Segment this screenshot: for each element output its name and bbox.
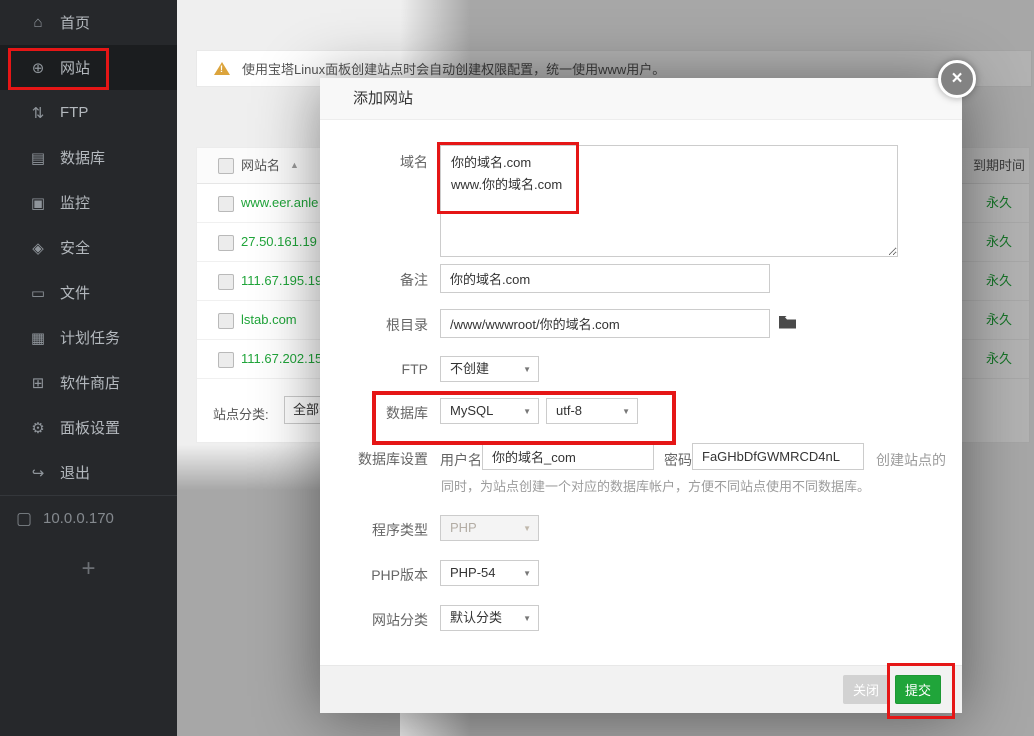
sidebar-item-cron[interactable]: ▦ 计划任务 (0, 315, 177, 360)
database-type-select[interactable]: MySQL ▼ (440, 398, 539, 424)
domain-textarea[interactable]: 你的域名.com www.你的域名.com (440, 145, 898, 257)
warning-icon: ! (214, 62, 230, 75)
gear-icon: ⚙ (31, 419, 45, 437)
db-username-label: 用户名 (440, 452, 482, 468)
monitor-icon: ▣ (30, 194, 46, 212)
database-icon: ▤ (30, 149, 46, 167)
program-type-label: 程序类型 (372, 522, 428, 538)
home-icon: ⌂ (33, 14, 43, 31)
baota-panel-screen: ⌂ 首页 ⊕ 网站 ⇅ FTP ▤ 数据库 ▣ 监控 ◈ 安全 ▭ 文件 ▦ 计 (0, 0, 1034, 736)
category-filter-label: 站点分类: (213, 407, 269, 422)
chevron-down-icon: ▼ (523, 614, 531, 623)
chevron-down-icon: ▼ (523, 407, 531, 416)
add-website-modal: 添加网站 域名 备注 根目录 FTP 数据库 数据库设置 程序类型 PHP版本 … (320, 78, 962, 719)
logout-icon: ↪ (31, 464, 45, 482)
database-label: 数据库 (386, 405, 428, 421)
note-label: 备注 (400, 272, 428, 288)
sidebar-item-label: 数据库 (60, 150, 106, 167)
sidebar-item-database[interactable]: ▤ 数据库 (0, 135, 177, 180)
ftp-label: FTP (401, 361, 428, 377)
db-helper-text: 同时，为站点创建一个对应的数据库帐户，方便不同站点使用不同数据库。 (441, 479, 871, 494)
site-category-select[interactable]: 默认分类 ▼ (440, 605, 539, 631)
sidebar-item-label: 软件商店 (60, 375, 121, 392)
db-password-label: 密码 (664, 452, 692, 468)
domain-label: 域名 (400, 154, 428, 170)
database-settings-label: 数据库设置 (358, 451, 428, 467)
select-all-checkbox[interactable] (218, 158, 234, 174)
appstore-icon: ⊞ (31, 374, 45, 392)
sidebar-item-label: 文件 (60, 285, 91, 302)
php-version-label: PHP版本 (371, 567, 428, 583)
program-type-select-disabled: PHP ▼ (440, 515, 539, 541)
sidebar-item-settings[interactable]: ⚙ 面板设置 (0, 405, 177, 450)
site-link[interactable]: 111.67.195.19 (241, 262, 322, 300)
modal-close-icon[interactable]: × (938, 60, 976, 98)
sidebar-item-home[interactable]: ⌂ 首页 (0, 0, 177, 45)
row-checkbox[interactable] (218, 196, 234, 212)
sidebar-item-label: 首页 (60, 15, 91, 32)
site-link[interactable]: lstab.com (241, 301, 297, 339)
add-server-button[interactable]: + (0, 555, 177, 583)
server-icon: ▢ (15, 508, 33, 528)
chevron-down-icon: ▼ (523, 524, 531, 533)
ftp-icon: ⇅ (31, 104, 45, 122)
modal-title: 添加网站 (353, 90, 414, 107)
modal-footer: 关闭 提交 (320, 663, 962, 719)
site-category-label: 网站分类 (372, 612, 428, 628)
row-checkbox[interactable] (218, 274, 234, 290)
sidebar-item-website[interactable]: ⊕ 网站 (0, 45, 177, 90)
sidebar-item-logout[interactable]: ↪ 退出 (0, 450, 177, 495)
submit-button[interactable]: 提交 (895, 675, 941, 704)
row-checkbox[interactable] (218, 313, 234, 329)
root-dir-label: 根目录 (386, 317, 428, 333)
db-username-input[interactable] (482, 443, 654, 470)
database-charset-select[interactable]: utf-8 ▼ (546, 398, 638, 424)
server-row[interactable]: ▢ 10.0.0.170 (0, 496, 177, 541)
row-checkbox[interactable] (218, 235, 234, 251)
server-ip: 10.0.0.170 (43, 510, 114, 527)
sidebar-item-label: 计划任务 (60, 330, 121, 347)
site-link[interactable]: 111.67.202.15 (241, 340, 322, 378)
site-link[interactable]: www.eer.anle (241, 184, 318, 222)
ftp-select[interactable]: 不创建 ▼ (440, 356, 539, 382)
sidebar-item-label: 监控 (60, 195, 91, 212)
folder-picker-icon[interactable] (778, 315, 797, 330)
sidebar-item-monitor[interactable]: ▣ 监控 (0, 180, 177, 225)
sidebar-item-label: 面板设置 (60, 420, 121, 437)
chevron-down-icon: ▼ (523, 569, 531, 578)
modal-header: 添加网站 (320, 78, 962, 120)
calendar-icon: ▦ (30, 329, 46, 347)
note-input[interactable] (440, 264, 770, 293)
php-version-select[interactable]: PHP-54 ▼ (440, 560, 539, 586)
globe-icon: ⊕ (31, 59, 45, 77)
row-checkbox[interactable] (218, 352, 234, 368)
close-button[interactable]: 关闭 (843, 675, 889, 704)
sidebar-item-files[interactable]: ▭ 文件 (0, 270, 177, 315)
sidebar-item-label: 网站 (60, 60, 91, 77)
folder-icon: ▭ (30, 284, 46, 302)
chevron-down-icon: ▼ (523, 365, 531, 374)
sidebar: ⌂ 首页 ⊕ 网站 ⇅ FTP ▤ 数据库 ▣ 监控 ◈ 安全 ▭ 文件 ▦ 计 (0, 0, 177, 736)
chevron-down-icon: ▼ (622, 407, 630, 416)
sidebar-item-label: FTP (60, 104, 89, 121)
site-link[interactable]: 27.50.161.19 (241, 223, 317, 261)
db-helper-text: 创建站点的 (876, 452, 946, 468)
root-dir-input[interactable] (440, 309, 770, 338)
column-header-site-name: 网站名 (241, 158, 281, 173)
sidebar-item-security[interactable]: ◈ 安全 (0, 225, 177, 270)
sidebar-item-appstore[interactable]: ⊞ 软件商店 (0, 360, 177, 405)
shield-icon: ◈ (32, 239, 44, 257)
sidebar-item-label: 退出 (60, 465, 91, 482)
sidebar-item-label: 安全 (60, 240, 91, 257)
sort-caret-icon[interactable]: ▲ (290, 148, 299, 183)
db-password-input[interactable] (692, 443, 864, 470)
sidebar-item-ftp[interactable]: ⇅ FTP (0, 90, 177, 135)
